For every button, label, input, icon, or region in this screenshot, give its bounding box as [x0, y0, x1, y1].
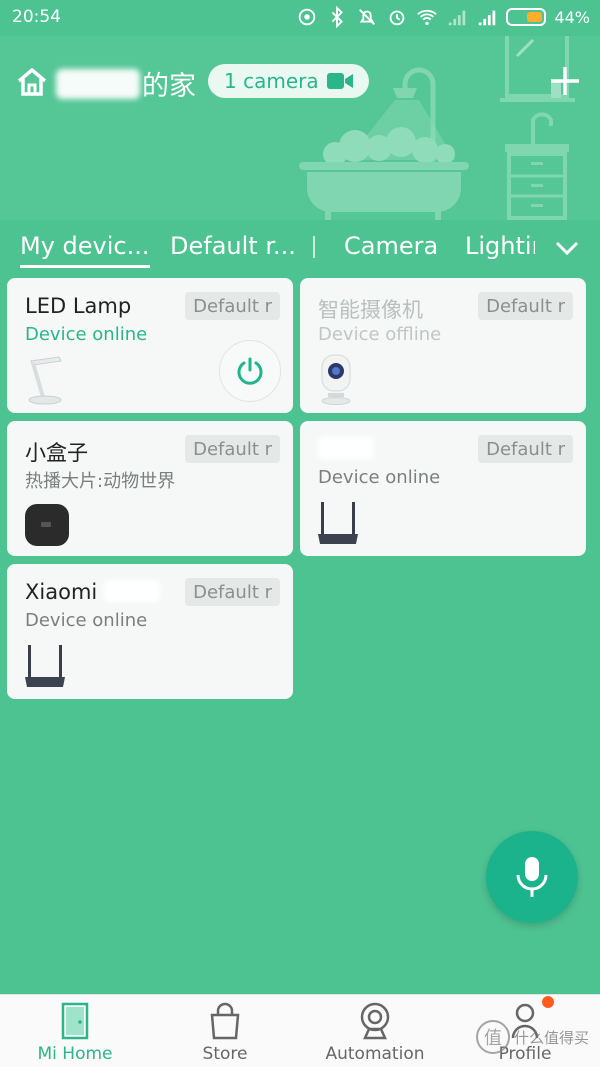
camera-count-pill[interactable]: 1 camera — [208, 64, 369, 98]
alarm-icon — [390, 10, 405, 26]
router-icon — [318, 502, 358, 544]
home-title-suffix: 的家 — [142, 71, 196, 102]
status-time: 20:54 — [12, 7, 61, 27]
nav-label: Mi Home — [37, 1044, 113, 1064]
device-name — [318, 437, 374, 461]
device-name: 小盒子 — [25, 441, 88, 465]
status-bar: 20:54 44% — [0, 0, 600, 36]
door-icon — [61, 1002, 89, 1040]
tv-box-icon — [25, 504, 69, 546]
redacted-name — [56, 69, 140, 99]
device-name: Xiaomi — [25, 580, 160, 604]
tab-divider — [313, 236, 315, 258]
signal-icon — [449, 10, 466, 26]
desk-lamp-icon — [28, 356, 62, 405]
router-icon — [25, 645, 65, 687]
power-icon — [237, 357, 263, 385]
automation-icon — [360, 1002, 390, 1040]
bluetooth-icon — [332, 6, 344, 28]
camera-device-icon — [321, 354, 351, 405]
home-header: 的家 1 camera — [0, 36, 600, 220]
device-card-smart-camera[interactable]: 智能摄像机 Device offline Default r — [300, 278, 586, 413]
device-card-xiaomi-router[interactable]: Xiaomi Device online Default r — [7, 564, 293, 699]
nav-store[interactable]: Store — [150, 1001, 300, 1064]
add-device-button[interactable] — [548, 64, 582, 98]
signal-icon — [479, 10, 496, 26]
redacted-name — [318, 437, 374, 459]
home-title[interactable]: 的家 — [56, 64, 196, 103]
device-status: Device online — [318, 467, 441, 488]
chevron-down-icon[interactable] — [553, 234, 581, 262]
tab-lighting[interactable]: Lightir — [465, 232, 535, 260]
home-icon[interactable] — [16, 66, 48, 98]
room-badge: Default r — [478, 435, 573, 463]
device-status: Device online — [25, 324, 148, 345]
voice-assistant-button[interactable] — [486, 831, 578, 923]
power-button[interactable] — [219, 340, 281, 402]
room-tabs: My devic... Default r... Camera Lightir — [0, 220, 600, 276]
status-icons: 44% — [296, 6, 590, 28]
sync-icon — [299, 8, 316, 26]
device-name: 智能摄像机 — [318, 298, 423, 322]
device-status: Device online — [25, 610, 148, 631]
room-badge: Default r — [185, 292, 280, 320]
device-status: 热播大片:动物世界 — [25, 471, 176, 492]
battery-percent: 44% — [554, 7, 590, 27]
device-name: LED Lamp — [25, 294, 132, 318]
notification-dot — [542, 996, 554, 1008]
nav-automation[interactable]: Automation — [300, 1001, 450, 1064]
battery-icon — [506, 8, 547, 26]
watermark-text: 什么值得买 — [514, 1028, 590, 1047]
nav-label: Automation — [325, 1044, 425, 1064]
watermark-logo: 值 — [476, 1020, 510, 1054]
tab-default-room[interactable]: Default r... — [170, 232, 296, 260]
video-camera-icon — [326, 73, 353, 89]
device-card-router[interactable]: Device online Default r — [300, 421, 586, 556]
device-status: Device offline — [318, 324, 442, 345]
room-badge: Default r — [478, 292, 573, 320]
room-badge: Default r — [185, 435, 280, 463]
redacted-name — [103, 580, 160, 602]
room-badge: Default r — [185, 578, 280, 606]
nav-label: Store — [202, 1044, 248, 1064]
tab-camera[interactable]: Camera — [344, 232, 438, 260]
camera-pill-label: 1 camera — [224, 69, 319, 93]
mute-icon — [359, 9, 376, 25]
watermark: 值 什么值得买 — [476, 1020, 589, 1054]
microphone-icon — [516, 857, 548, 897]
device-card-mi-box[interactable]: 小盒子 热播大片:动物世界 Default r — [7, 421, 293, 556]
nav-mi-home[interactable]: Mi Home — [0, 1001, 150, 1064]
bag-icon — [210, 1002, 240, 1040]
device-card-led-lamp[interactable]: LED Lamp Device online Default r — [7, 278, 293, 413]
tab-my-devices[interactable]: My devic... — [20, 232, 150, 268]
wifi-icon — [417, 9, 438, 26]
